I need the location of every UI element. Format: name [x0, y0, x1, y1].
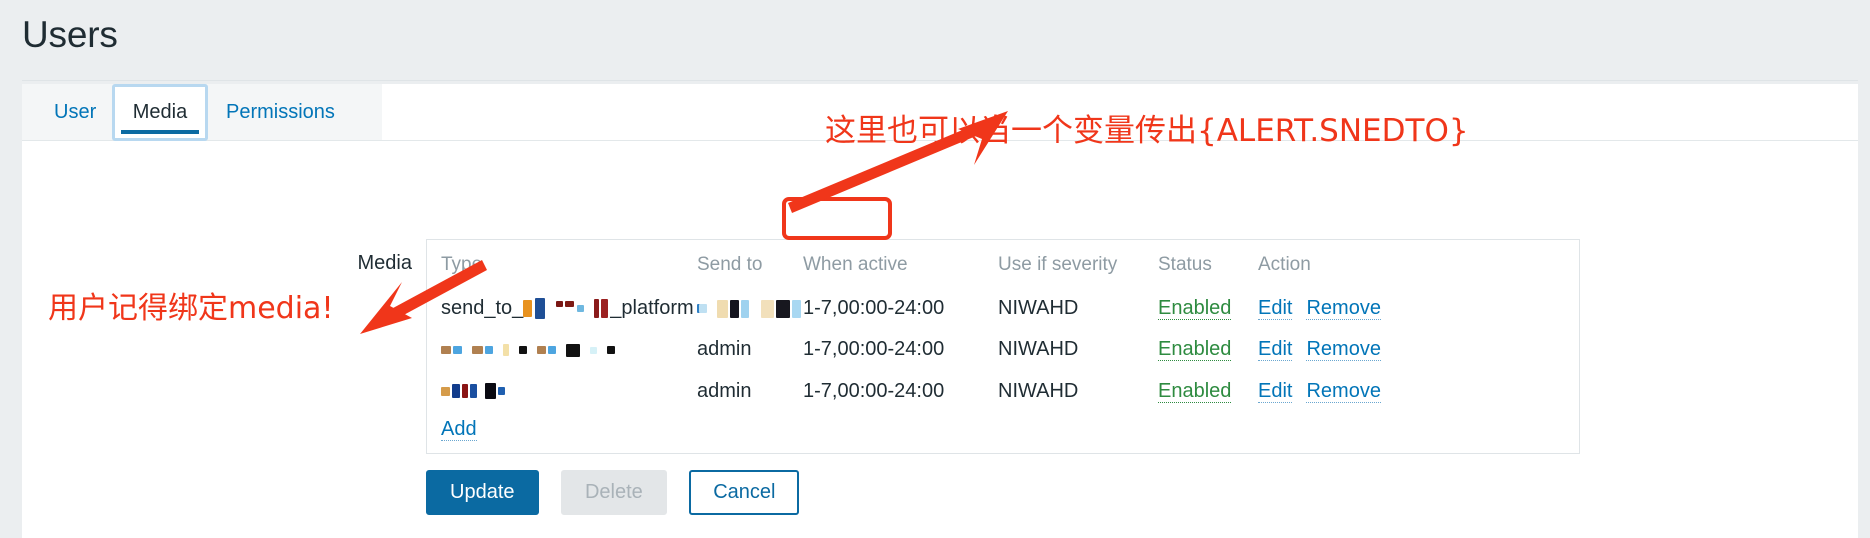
cell-status: Enabled: [1158, 370, 1258, 411]
cell-when-active: 1-7,00:00-24:00: [803, 297, 945, 320]
media-field-label: Media: [357, 252, 412, 274]
column-header-status: Status: [1158, 254, 1212, 275]
cell-type: send_to_ _platform: [427, 288, 697, 329]
table-add-row: Add: [427, 412, 1579, 453]
cell-status: Enabled: [1158, 329, 1258, 370]
cell-status: Enabled: [1158, 288, 1258, 329]
annotation-bottom-left: 用户记得绑定media!: [48, 291, 334, 326]
cell-type: [427, 370, 697, 411]
edit-link[interactable]: Edit: [1258, 338, 1293, 362]
cell-action: Edit Remove: [1258, 370, 1579, 411]
cell-use-if-severity: NIWAHD: [998, 379, 1079, 402]
cell-use-if-severity: NIWAHD: [998, 297, 1079, 320]
cell-send-to: [697, 288, 803, 329]
status-toggle-link[interactable]: Enabled: [1158, 297, 1232, 321]
cell-when-active: 1-7,00:00-24:00: [803, 338, 945, 361]
media-table: Type Send to When active Use if severity…: [426, 239, 1580, 454]
cell-action: Edit Remove: [1258, 329, 1579, 370]
redacted-text: [697, 297, 803, 320]
delete-button: Delete: [560, 470, 667, 515]
remove-link[interactable]: Remove: [1306, 379, 1381, 403]
redacted-text: [441, 380, 507, 403]
table-row: admin 1-7,00:00-24:00 NIWAHD Enabled Edit Rem…: [427, 370, 1579, 411]
cancel-button[interactable]: Cancel: [689, 470, 800, 515]
type-suffix: _platform: [610, 297, 694, 319]
tab-media-label: Media: [132, 101, 188, 123]
cell-action: Edit Remove: [1258, 288, 1579, 329]
table-header-row: Type Send to When active Use if severity…: [427, 240, 1579, 288]
edit-link[interactable]: Edit: [1258, 297, 1293, 321]
remove-link[interactable]: Remove: [1306, 338, 1381, 362]
tab-user[interactable]: User: [40, 84, 110, 141]
column-header-send-to: Send to: [697, 254, 763, 275]
column-header-when-active: When active: [803, 254, 908, 275]
tab-permissions[interactable]: Permissions: [212, 84, 349, 141]
status-toggle-link[interactable]: Enabled: [1158, 338, 1232, 362]
table-row: admin 1-7,00:00-24:00 NIWAHD Enabled Edit Rem…: [427, 329, 1579, 370]
tab-user-label: User: [54, 101, 97, 123]
form-button-bar: Update Delete Cancel: [426, 470, 817, 515]
redacted-text: [441, 338, 617, 361]
cell-send-to: admin: [697, 379, 752, 402]
remove-link[interactable]: Remove: [1306, 297, 1381, 321]
tab-media[interactable]: Media: [112, 84, 208, 141]
cell-when-active: 1-7,00:00-24:00: [803, 379, 945, 402]
header-divider: [22, 80, 1858, 81]
cell-type: [427, 329, 697, 370]
column-header-action: Action: [1258, 254, 1311, 275]
table-row: send_to_ _platform 1-7,00:00-24:00 NIWAHD En…: [427, 288, 1579, 329]
cell-use-if-severity: NIWAHD: [998, 338, 1079, 361]
cell-send-to: admin: [697, 338, 752, 361]
column-header-type: Type: [441, 254, 483, 275]
tab-permissions-label: Permissions: [226, 101, 335, 123]
annotation-top-right: 这里也可以当一个变量传出{ALERT.SNEDTO}: [825, 113, 1469, 149]
redacted-text: [523, 297, 610, 320]
update-button[interactable]: Update: [426, 470, 539, 515]
add-media-link[interactable]: Add: [441, 417, 477, 441]
edit-link[interactable]: Edit: [1258, 379, 1293, 403]
page-title: Users: [22, 14, 118, 55]
status-toggle-link[interactable]: Enabled: [1158, 379, 1232, 403]
column-header-severity: Use if severity: [998, 254, 1118, 275]
type-prefix: send_to_: [441, 297, 524, 319]
add-cell: Add: [427, 412, 1579, 453]
